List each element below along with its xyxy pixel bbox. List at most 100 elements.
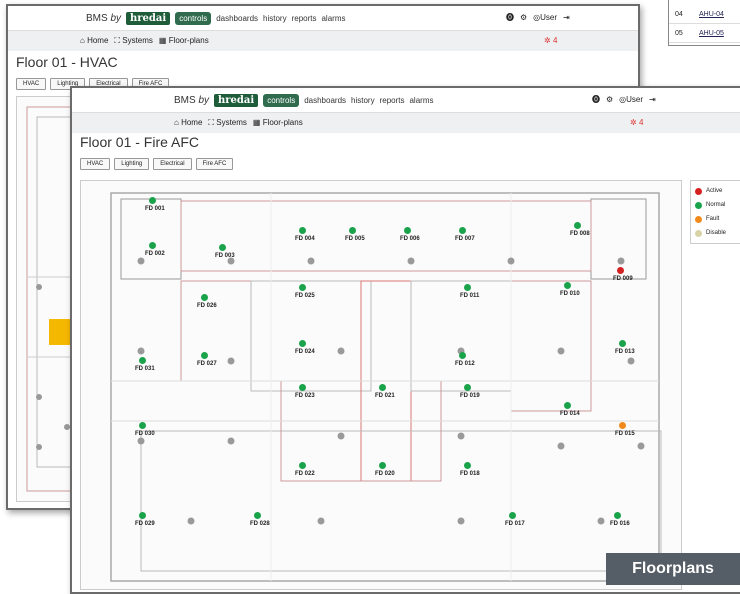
logout-icon[interactable]: ⇥ <box>563 13 570 22</box>
tab-hvac[interactable]: HVAC <box>16 78 47 90</box>
nav-alarms[interactable]: alarms <box>321 14 345 23</box>
ahu-05-link[interactable]: AHU-05 <box>699 30 724 37</box>
fire-detector[interactable]: FD 018 <box>460 462 480 477</box>
alarm-indicator[interactable]: ✲ 4 <box>544 36 557 45</box>
fire-detector[interactable]: FD 030 <box>135 422 155 437</box>
tab-lighting[interactable]: Lighting <box>114 158 150 170</box>
detector-status-icon <box>201 294 208 301</box>
detector-label: FD 008 <box>570 231 590 237</box>
nav-reports[interactable]: reports <box>292 14 317 23</box>
nav-controls[interactable]: controls <box>175 12 212 25</box>
fire-detector[interactable]: FD 007 <box>455 227 475 242</box>
fire-detector[interactable]: FD 005 <box>345 227 365 242</box>
brand[interactable]: BMS by <box>174 95 209 106</box>
nav-dashboards[interactable]: dashboards <box>216 14 258 23</box>
breadcrumb-home[interactable]: ⌂ Home <box>80 36 108 46</box>
fire-detector[interactable]: FD 017 <box>505 512 525 527</box>
fire-detector[interactable]: FD 022 <box>295 462 315 477</box>
fire-detector[interactable]: FD 003 <box>215 244 235 259</box>
fire-detector[interactable]: FD 023 <box>295 384 315 399</box>
fire-detector[interactable]: FD 026 <box>197 294 217 309</box>
detector-label: FD 015 <box>615 431 635 437</box>
fire-detector[interactable]: FD 014 <box>560 402 580 417</box>
fire-detector[interactable]: FD 025 <box>295 284 315 299</box>
breadcrumb-systems[interactable]: ⛶ Systems <box>208 118 247 128</box>
hvac-unit[interactable] <box>49 319 71 345</box>
detector-label: FD 028 <box>250 521 270 527</box>
nav-alarms[interactable]: alarms <box>409 96 433 105</box>
ahu-table: 04 AHU-04 05 AHU-05 <box>668 0 740 46</box>
detector-status-icon <box>614 512 621 519</box>
fire-detector[interactable]: FD 009 <box>613 267 633 282</box>
detector-status-icon <box>349 227 356 234</box>
help-icon[interactable]: ⓿ <box>506 12 514 23</box>
gear-icon[interactable]: ⚙ <box>520 13 527 22</box>
nav-history[interactable]: history <box>351 96 375 105</box>
tab-fire-afc[interactable]: Fire AFC <box>195 158 234 170</box>
detector-label: FD 023 <box>295 393 315 399</box>
tab-hvac[interactable]: HVAC <box>80 158 111 170</box>
breadcrumb-systems[interactable]: ⛶ Systems <box>114 36 153 46</box>
fire-detector[interactable]: FD 012 <box>455 352 475 367</box>
fire-detector[interactable]: FD 006 <box>400 227 420 242</box>
ahu-04-link[interactable]: AHU-04 <box>699 11 724 18</box>
nav-history[interactable]: history <box>263 14 287 23</box>
gear-icon[interactable]: ⚙ <box>606 95 613 104</box>
detector-status-icon <box>299 384 306 391</box>
nav-dashboards[interactable]: dashboards <box>304 96 346 105</box>
detector-label: FD 031 <box>135 366 155 372</box>
disable-dot-icon <box>695 229 702 237</box>
fire-detector[interactable]: FD 019 <box>460 384 480 399</box>
detector-label: FD 020 <box>375 471 395 477</box>
fire-detector[interactable]: FD 011 <box>460 284 479 299</box>
fire-detector[interactable]: FD 029 <box>135 512 155 527</box>
nav-controls[interactable]: controls <box>263 94 300 107</box>
detector-status-icon <box>201 352 208 359</box>
breadcrumb-floorplans[interactable]: ▦ Floor-plans <box>253 118 303 128</box>
fire-detector[interactable]: FD 031 <box>135 357 155 372</box>
nav-reports[interactable]: reports <box>380 96 405 105</box>
fire-detector[interactable]: FD 010 <box>560 282 580 297</box>
detector-status-icon <box>299 284 306 291</box>
fault-dot-icon <box>695 215 702 223</box>
legend-item-fault: Fault <box>695 212 740 226</box>
user-menu[interactable]: ◎User <box>533 13 557 22</box>
fire-afc-floorplan: FD 001 FD 002 FD 003 FD 004 FD 005 FD 006 FD 0… <box>80 180 682 590</box>
logout-icon[interactable]: ⇥ <box>649 95 656 104</box>
fire-detector[interactable]: FD 021 <box>375 384 395 399</box>
front-window: BMS by hredai controls dashboards histor… <box>70 86 740 594</box>
detector-status-icon <box>459 227 466 234</box>
row-number: 04 <box>675 10 683 18</box>
breadcrumb-home[interactable]: ⌂ Home <box>174 118 202 128</box>
fire-detector[interactable]: FD 024 <box>295 340 315 355</box>
fire-detector[interactable]: FD 015 <box>615 422 635 437</box>
table-row: 04 AHU-04 <box>669 5 740 24</box>
brand-logo[interactable]: hredai <box>214 94 259 107</box>
detector-status-icon <box>139 422 146 429</box>
fire-detector[interactable]: FD 027 <box>197 352 217 367</box>
detector-label: FD 013 <box>615 349 635 355</box>
detector-label: FD 006 <box>400 236 420 242</box>
fire-detector[interactable]: FD 002 <box>145 242 165 257</box>
brand[interactable]: BMS by <box>86 13 121 24</box>
fire-detector[interactable]: FD 008 <box>570 222 590 237</box>
detector-status-icon <box>139 512 146 519</box>
alarm-indicator[interactable]: ✲ 4 <box>630 118 643 127</box>
fire-detector[interactable]: FD 028 <box>250 512 270 527</box>
fire-detector[interactable]: FD 020 <box>375 462 395 477</box>
help-icon[interactable]: ⓿ <box>592 94 600 105</box>
fire-detector[interactable]: FD 004 <box>295 227 315 242</box>
user-menu[interactable]: ◎User <box>619 95 643 104</box>
fire-detector[interactable]: FD 016 <box>610 512 630 527</box>
table-row: 05 AHU-05 <box>669 24 740 43</box>
detector-status-icon <box>299 462 306 469</box>
detector-status-icon <box>619 422 626 429</box>
fire-detector[interactable]: FD 013 <box>615 340 635 355</box>
detector-label: FD 026 <box>197 303 217 309</box>
breadcrumb: ⌂ Home ⛶ Systems ▦ Floor-plans ✲ 4 <box>8 31 638 51</box>
fire-detector[interactable]: FD 001 <box>145 197 165 212</box>
tab-electrical[interactable]: Electrical <box>153 158 192 170</box>
breadcrumb-floorplans[interactable]: ▦ Floor-plans <box>159 36 209 46</box>
brand-logo[interactable]: hredai <box>126 12 171 25</box>
detector-label: FD 022 <box>295 471 315 477</box>
